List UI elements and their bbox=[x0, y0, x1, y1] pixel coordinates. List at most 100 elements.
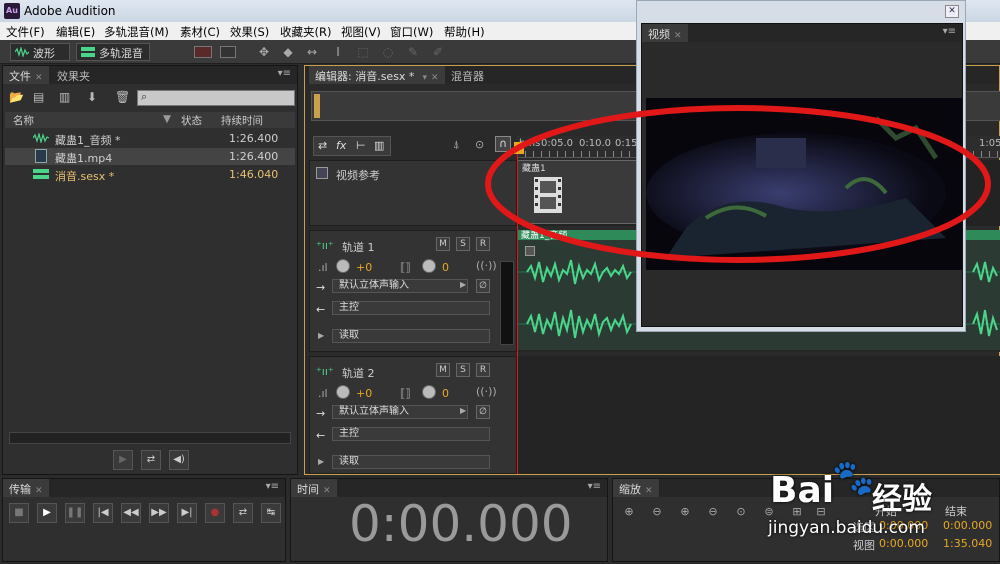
move-tool-icon[interactable]: ✥ bbox=[256, 44, 272, 60]
menu-clip[interactable]: 素材(C) bbox=[180, 24, 220, 40]
volume-knob[interactable] bbox=[336, 259, 350, 273]
automation-mode-select[interactable]: 读取 bbox=[332, 329, 490, 343]
column-name[interactable]: 名称 bbox=[13, 113, 34, 128]
menu-file[interactable]: 文件(F) bbox=[6, 24, 45, 40]
tab-video[interactable]: 视频 ✕ bbox=[642, 24, 688, 42]
metronome-icon[interactable]: ⍋ bbox=[453, 138, 460, 152]
file-row[interactable]: 消音.sesx * 1:46.040 bbox=[5, 166, 295, 183]
menu-window[interactable]: 窗口(W) bbox=[390, 24, 433, 40]
sort-icon[interactable]: ▼ bbox=[163, 113, 171, 125]
razor-tool-icon[interactable]: ◆ bbox=[280, 44, 296, 60]
horizontal-scrollbar[interactable] bbox=[9, 432, 291, 444]
import-icon[interactable]: ▤ bbox=[33, 90, 49, 104]
close-icon[interactable]: ✕ bbox=[323, 486, 331, 496]
fx-icon[interactable]: fx bbox=[336, 139, 346, 152]
pause-button[interactable]: ❚❚ bbox=[65, 503, 85, 523]
tab-transport[interactable]: 传输 ✕ bbox=[3, 479, 49, 497]
autoplay-icon[interactable]: ◀) bbox=[169, 450, 189, 470]
menu-multitrack[interactable]: 多轨混音(M) bbox=[104, 24, 169, 40]
waveform-view-button[interactable]: 波形 bbox=[10, 43, 70, 61]
close-icon[interactable]: ✕ bbox=[645, 486, 653, 496]
slip-tool-icon[interactable]: ↔ bbox=[304, 44, 320, 60]
eq-icon[interactable]: ▥ bbox=[374, 139, 384, 152]
record-button[interactable]: ● bbox=[205, 503, 225, 523]
panel-menu-icon[interactable]: ▾≡ bbox=[278, 68, 291, 79]
close-icon[interactable]: ✕ bbox=[945, 5, 959, 18]
skip-to-end-button[interactable]: ▶| bbox=[177, 503, 197, 523]
expand-icon[interactable]: ▶ bbox=[318, 457, 324, 466]
multitrack-view-button[interactable]: 多轨混音 bbox=[76, 43, 150, 61]
panel-menu-icon[interactable]: ▾≡ bbox=[588, 481, 601, 492]
tab-editor[interactable]: 编辑器: 消音.sesx * ▾ ✕ bbox=[309, 66, 445, 84]
marquee-tool-icon[interactable]: ⬚ bbox=[355, 44, 371, 60]
close-icon[interactable]: ✕ bbox=[35, 486, 43, 496]
pan-knob[interactable] bbox=[422, 385, 436, 399]
close-icon[interactable]: ✕ bbox=[431, 73, 439, 83]
zoom-in-point-icon[interactable]: ⊙ bbox=[733, 505, 749, 521]
search-input[interactable]: ⌕ bbox=[137, 90, 295, 106]
delete-icon[interactable]: 🗑 bbox=[115, 90, 131, 104]
view-start-value[interactable]: 0:00.000 bbox=[879, 537, 928, 550]
record-arm-button[interactable]: R bbox=[476, 363, 490, 377]
panel-menu-icon[interactable]: ▾≡ bbox=[943, 26, 956, 37]
zoom-out-time-icon[interactable]: ⊖ bbox=[705, 505, 721, 521]
rewind-button[interactable]: ◀◀ bbox=[121, 503, 141, 523]
track-name[interactable]: 轨道 1 bbox=[342, 239, 375, 255]
mute-button[interactable]: M bbox=[436, 363, 450, 377]
automation-mode-select[interactable]: 读取 bbox=[332, 455, 490, 469]
open-folder-icon[interactable]: 📂 bbox=[9, 90, 25, 104]
menu-edit[interactable]: 编辑(E) bbox=[56, 24, 95, 40]
zoom-out-amplitude-icon[interactable]: ⊖ bbox=[649, 505, 665, 521]
fast-forward-button[interactable]: ▶▶ bbox=[149, 503, 169, 523]
time-selection-tool-icon[interactable]: I bbox=[330, 44, 346, 60]
tab-mixer[interactable]: 混音器 bbox=[445, 66, 490, 84]
menu-help[interactable]: 帮助(H) bbox=[444, 24, 485, 40]
skip-selection-button[interactable]: ↹ bbox=[261, 503, 281, 523]
column-status[interactable]: 状态 bbox=[181, 113, 202, 128]
phase-invert-icon[interactable]: ∅ bbox=[476, 405, 490, 419]
selection-end-value[interactable]: 0:00.000 bbox=[943, 519, 992, 532]
lasso-tool-icon[interactable]: ◌ bbox=[380, 44, 396, 60]
volume-value[interactable]: +0 bbox=[356, 261, 372, 274]
zoom-in-amplitude-icon[interactable]: ⊕ bbox=[621, 505, 637, 521]
volume-knob[interactable] bbox=[336, 385, 350, 399]
mute-button[interactable]: M bbox=[436, 237, 450, 251]
pan-value[interactable]: 0 bbox=[442, 387, 449, 400]
insert-icon[interactable]: ⬇ bbox=[87, 90, 103, 104]
tab-favorites-effects[interactable]: 效果夹 bbox=[51, 66, 96, 84]
brush-tool-icon[interactable]: ✎ bbox=[405, 44, 421, 60]
loop-button[interactable]: ⇄ bbox=[233, 503, 253, 523]
spectral-display-icon[interactable] bbox=[194, 46, 212, 58]
inputs-outputs-icon[interactable]: ⇄ bbox=[318, 139, 327, 152]
menu-effects[interactable]: 效果(S) bbox=[230, 24, 269, 40]
tab-time[interactable]: 时间 ✕ bbox=[291, 479, 337, 497]
pan-knob[interactable] bbox=[422, 259, 436, 273]
spot-healing-tool-icon[interactable]: ✐ bbox=[430, 44, 446, 60]
menu-favorites[interactable]: 收藏夹(R) bbox=[280, 24, 331, 40]
input-select[interactable]: 默认立体声输入 bbox=[332, 405, 468, 419]
view-end-value[interactable]: 1:35.040 bbox=[943, 537, 992, 550]
file-row[interactable]: 藏蛊1_音频 * 1:26.400 bbox=[5, 130, 295, 147]
output-select[interactable]: 主控 bbox=[332, 301, 490, 315]
play-button[interactable]: ▶ bbox=[37, 503, 57, 523]
stop-button[interactable]: ■ bbox=[9, 503, 29, 523]
new-file-icon[interactable]: ▥ bbox=[59, 90, 75, 104]
panel-menu-icon[interactable]: ▾≡ bbox=[266, 481, 279, 492]
output-select[interactable]: 主控 bbox=[332, 427, 490, 441]
file-row[interactable]: 藏蛊1.mp4 1:26.400 bbox=[5, 148, 295, 165]
close-icon[interactable]: ✕ bbox=[674, 31, 682, 41]
column-duration[interactable]: 持续时间 bbox=[221, 113, 263, 128]
skip-to-start-button[interactable]: |◀ bbox=[93, 503, 113, 523]
pitch-display-icon[interactable] bbox=[220, 46, 236, 58]
expand-icon[interactable]: ▶ bbox=[318, 331, 324, 340]
solo-button[interactable]: S bbox=[456, 363, 470, 377]
input-select[interactable]: 默认立体声输入 bbox=[332, 279, 468, 293]
dropdown-icon[interactable]: ▾ bbox=[422, 73, 427, 83]
tab-zoom[interactable]: 缩放 ✕ bbox=[613, 479, 659, 497]
close-icon[interactable]: ✕ bbox=[35, 73, 43, 83]
solo-button[interactable]: S bbox=[456, 237, 470, 251]
track-name[interactable]: 轨道 2 bbox=[342, 365, 375, 381]
stereo-icon[interactable]: ((·)) bbox=[476, 385, 497, 398]
sends-icon[interactable]: ⊢ bbox=[356, 139, 366, 152]
pan-value[interactable]: 0 bbox=[442, 261, 449, 274]
